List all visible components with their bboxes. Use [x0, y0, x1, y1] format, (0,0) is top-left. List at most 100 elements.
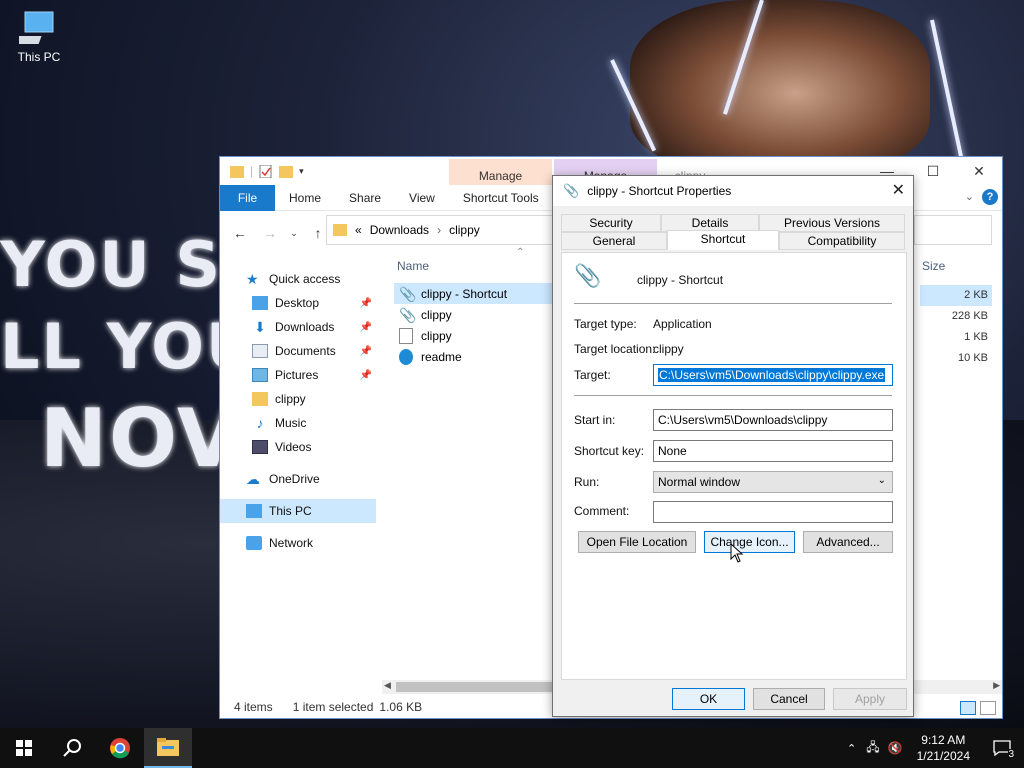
- desktop-icon-this-pc[interactable]: This PC: [8, 10, 64, 64]
- search-input[interactable]: [914, 215, 992, 245]
- nav-network[interactable]: Network: [220, 531, 376, 555]
- ok-button[interactable]: OK: [672, 688, 745, 710]
- taskbar-chrome[interactable]: [96, 728, 144, 768]
- tab-previous-versions[interactable]: Previous Versions: [759, 214, 905, 232]
- clock[interactable]: 9:12 AM 1/21/2024: [907, 732, 980, 764]
- item-count: 4 items: [234, 700, 273, 714]
- desktop-icon: [252, 296, 268, 310]
- nav-item-clippy[interactable]: clippy: [220, 387, 376, 411]
- network-disconnected-icon[interactable]: 🖧: [862, 738, 883, 759]
- scroll-left-icon[interactable]: ◀: [384, 680, 391, 691]
- taskbar-file-explorer[interactable]: [144, 728, 192, 768]
- text-file-icon: [399, 327, 413, 344]
- pin-icon[interactable]: 📌: [360, 370, 372, 381]
- chevron-right-icon[interactable]: ›: [437, 223, 441, 237]
- nav-item-music[interactable]: ♪ Music: [220, 411, 376, 435]
- nav-quick-access[interactable]: ★ Quick access: [220, 267, 376, 291]
- apply-button[interactable]: Apply: [833, 688, 907, 710]
- dialog-titlebar: 📎 clippy - Shortcut Properties ✕: [553, 176, 913, 206]
- tab-share[interactable]: Share: [335, 185, 395, 211]
- file-row-clippy-txt[interactable]: clippy: [394, 325, 554, 346]
- pin-icon[interactable]: 📌: [360, 322, 372, 333]
- music-icon: ♪: [256, 415, 264, 431]
- size-column: 2 KB 228 KB 1 KB 10 KB: [920, 285, 992, 369]
- shortcut-name: clippy - Shortcut: [637, 273, 724, 287]
- nav-this-pc[interactable]: This PC: [220, 499, 376, 523]
- pin-icon[interactable]: 📌: [360, 298, 372, 309]
- recent-locations-icon[interactable]: ⌄: [290, 228, 298, 239]
- shortcut-clippy-icon: 📎: [399, 285, 417, 302]
- tab-shortcut-tools[interactable]: Shortcut Tools: [449, 185, 553, 211]
- scroll-right-icon[interactable]: ▶: [993, 680, 1000, 691]
- properties-icon[interactable]: [259, 164, 273, 178]
- file-row-clippy-shortcut[interactable]: 📎 clippy - Shortcut: [394, 283, 554, 304]
- lightning-bolt: [930, 19, 966, 168]
- context-tab-manage-shortcut[interactable]: Manage: [449, 159, 552, 185]
- nav-item-pictures[interactable]: Pictures 📌: [220, 363, 376, 387]
- nav-item-desktop[interactable]: Desktop 📌: [220, 291, 376, 315]
- nav-item-videos[interactable]: Videos: [220, 435, 376, 459]
- search-icon: [63, 739, 81, 757]
- nav-onedrive[interactable]: ☁ OneDrive: [220, 467, 376, 491]
- comment-field[interactable]: [653, 501, 893, 523]
- nav-item-downloads[interactable]: ⬇ Downloads 📌: [220, 315, 376, 339]
- large-icons-view-icon[interactable]: [980, 701, 996, 715]
- tab-general[interactable]: General: [561, 232, 667, 250]
- breadcrumb-overflow[interactable]: «: [355, 223, 362, 237]
- details-view-icon[interactable]: [960, 701, 976, 715]
- new-folder-icon[interactable]: [279, 165, 294, 178]
- column-header-name[interactable]: Name: [397, 259, 429, 273]
- videos-icon: [252, 440, 268, 454]
- target-location-value: clippy: [653, 342, 684, 356]
- target-location-label: Target location:: [574, 342, 656, 356]
- close-icon[interactable]: ✕: [892, 180, 905, 200]
- change-icon-button[interactable]: Change Icon...: [704, 531, 795, 553]
- column-header-size[interactable]: Size: [922, 259, 945, 273]
- start-in-field[interactable]: C:\Users\vm5\Downloads\clippy: [653, 409, 893, 431]
- open-file-location-button[interactable]: Open File Location: [578, 531, 696, 553]
- volume-muted-icon[interactable]: 🔇: [884, 741, 907, 755]
- tab-view[interactable]: View: [395, 185, 449, 211]
- expand-ribbon-icon[interactable]: ⌄: [965, 190, 974, 203]
- close-icon[interactable]: ✕: [956, 157, 1002, 185]
- maximize-icon[interactable]: ☐: [910, 157, 956, 185]
- back-arrow-icon[interactable]: ←: [230, 225, 250, 241]
- notification-count-badge: 3: [1008, 749, 1014, 760]
- address-bar[interactable]: « Downloads › clippy: [326, 215, 556, 245]
- nav-item-documents[interactable]: Documents 📌: [220, 339, 376, 363]
- search-button[interactable]: [48, 728, 96, 768]
- tab-home[interactable]: Home: [275, 185, 335, 211]
- file-size: 1 KB: [964, 331, 988, 343]
- action-center-button[interactable]: 3: [980, 728, 1024, 768]
- clock-date: 1/21/2024: [916, 749, 970, 763]
- tab-security[interactable]: Security: [561, 214, 661, 232]
- navigation-pane: ★ Quick access Desktop 📌 ⬇ Downloads 📌 D…: [220, 267, 376, 687]
- shortcut-key-field[interactable]: None: [653, 440, 893, 462]
- folder-icon: [333, 224, 347, 236]
- run-select[interactable]: Normal window ⌄: [653, 471, 893, 493]
- breadcrumb-downloads[interactable]: Downloads: [370, 223, 429, 237]
- file-row-clippy-exe[interactable]: 📎 clippy: [394, 304, 554, 325]
- start-button[interactable]: [0, 728, 48, 768]
- tab-file[interactable]: File: [220, 184, 275, 211]
- target-field[interactable]: C:\Users\vm5\Downloads\clippy\clippy.exe: [653, 364, 893, 386]
- pin-icon[interactable]: 📌: [360, 346, 372, 357]
- desktop-icon-label: This PC: [17, 50, 61, 64]
- downloads-icon: ⬇: [254, 319, 266, 335]
- customize-toolbar-icon[interactable]: ▾: [299, 166, 304, 177]
- run-label: Run:: [574, 475, 600, 489]
- file-row-readme[interactable]: readme: [394, 346, 554, 367]
- wallpaper-text: NOV: [40, 392, 241, 485]
- advanced-button[interactable]: Advanced...: [803, 531, 893, 553]
- cancel-button[interactable]: Cancel: [753, 688, 825, 710]
- taskbar: ⌃ 🖧 🔇 9:12 AM 1/21/2024 3: [0, 728, 1024, 768]
- file-list: 📎 clippy - Shortcut 📎 clippy clippy read…: [394, 283, 554, 367]
- forward-arrow-icon[interactable]: →: [260, 225, 280, 241]
- breadcrumb-clippy[interactable]: clippy: [449, 223, 480, 237]
- network-icon: [246, 536, 262, 550]
- chevron-up-icon[interactable]: ⌃: [841, 742, 862, 755]
- tab-compatibility[interactable]: Compatibility: [779, 232, 905, 250]
- help-icon[interactable]: ?: [982, 189, 998, 205]
- up-arrow-icon[interactable]: ↑: [308, 225, 328, 241]
- tab-shortcut[interactable]: Shortcut: [667, 230, 779, 250]
